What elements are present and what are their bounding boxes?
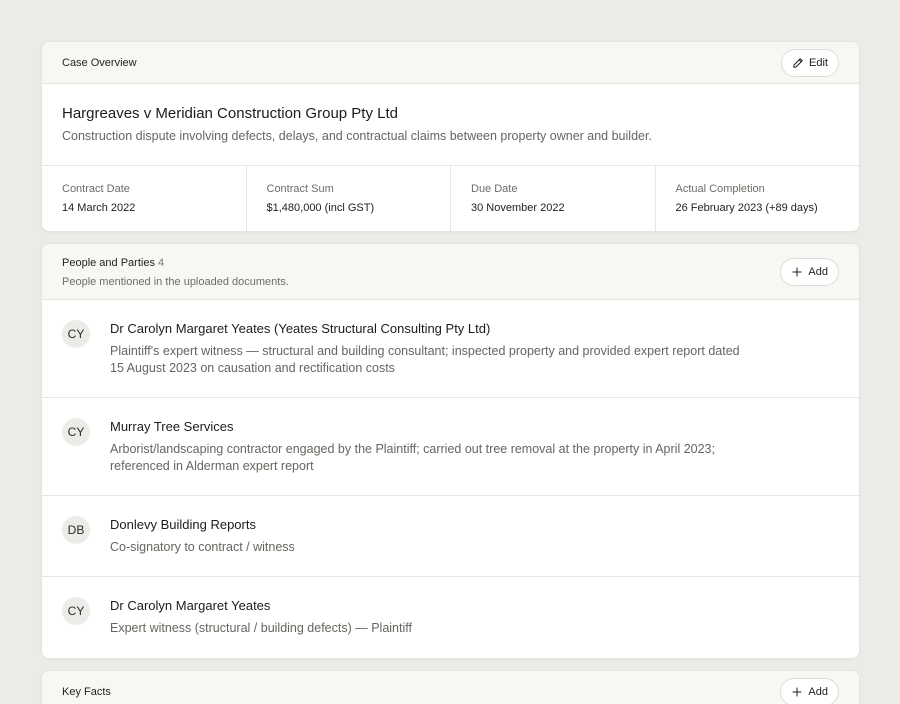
people-subtitle: People mentioned in the uploaded documen… <box>62 276 289 288</box>
avatar: CY <box>62 320 90 348</box>
people-header: People and Parties 4 People mentioned in … <box>42 244 859 300</box>
person-description: Plaintiff's expert witness — structural … <box>110 344 740 375</box>
stat-value: $1,480,000 (incl GST) <box>266 202 375 214</box>
plus-icon <box>791 266 803 278</box>
case-overview-header: Case Overview Edit <box>42 42 859 84</box>
stat-value: 14 March 2022 <box>62 202 136 214</box>
person-item[interactable]: CY Murray Tree Services Arborist/landsca… <box>42 398 859 496</box>
person-description: Arborist/landscaping contractor engaged … <box>110 442 715 473</box>
stat-label: Actual Completion <box>675 183 765 195</box>
stat-actual-completion: Actual Completion 26 February 2023 (+89 … <box>656 166 860 231</box>
case-summary: Hargreaves v Meridian Construction Group… <box>62 105 839 144</box>
key-facts-card: Key Facts Add <box>41 670 860 704</box>
case-page: Case Overview Edit Hargreaves v Meridian… <box>0 0 900 704</box>
person-description: Co-signatory to contract / witness <box>110 540 295 554</box>
avatar: CY <box>62 418 90 446</box>
avatar: DB <box>62 516 90 544</box>
pencil-icon <box>792 57 804 69</box>
person-name: Dr Carolyn Margaret Yeates <box>110 598 271 613</box>
key-facts-header: Key Facts Add <box>42 671 859 704</box>
add-person-button[interactable]: Add <box>780 258 839 286</box>
people-card: People and Parties 4 People mentioned in … <box>41 243 860 659</box>
case-title: Hargreaves v Meridian Construction Group… <box>62 105 398 122</box>
edit-button-label: Edit <box>809 57 828 69</box>
stat-value: 30 November 2022 <box>471 202 565 214</box>
person-item[interactable]: CY Dr Carolyn Margaret Yeates (Yeates St… <box>42 300 859 398</box>
add-fact-label: Add <box>808 686 828 698</box>
person-name: Donlevy Building Reports <box>110 517 256 532</box>
person-name: Murray Tree Services <box>110 419 234 434</box>
stat-label: Due Date <box>471 183 518 195</box>
stat-contract-sum: Contract Sum $1,480,000 (incl GST) <box>247 166 451 231</box>
stat-label: Contract Sum <box>266 183 334 195</box>
key-facts-title: Key Facts <box>62 686 111 698</box>
people-title-text: People and Parties <box>62 257 155 269</box>
stat-label: Contract Date <box>62 183 130 195</box>
add-fact-button[interactable]: Add <box>780 678 839 704</box>
people-count: 4 <box>157 257 165 269</box>
case-description: Construction dispute involving defects, … <box>62 129 652 143</box>
edit-button[interactable]: Edit <box>781 49 839 77</box>
person-name: Dr Carolyn Margaret Yeates (Yeates Struc… <box>110 321 491 336</box>
case-stats: Contract Date 14 March 2022 Contract Sum… <box>42 165 860 231</box>
people-title: People and Parties 4 <box>62 256 164 270</box>
stat-due-date: Due Date 30 November 2022 <box>451 166 656 231</box>
stat-contract-date: Contract Date 14 March 2022 <box>42 166 247 231</box>
stat-value: 26 February 2023 (+89 days) <box>675 202 818 214</box>
add-person-label: Add <box>808 266 828 278</box>
case-overview-title: Case Overview <box>62 57 137 69</box>
person-item[interactable]: DB Donlevy Building Reports Co-signatory… <box>42 496 859 577</box>
avatar: CY <box>62 597 90 625</box>
plus-icon <box>791 686 803 698</box>
person-description: Expert witness (structural / building de… <box>110 621 412 635</box>
person-item[interactable]: CY Dr Carolyn Margaret Yeates Expert wit… <box>42 577 859 658</box>
case-overview-card: Case Overview Edit Hargreaves v Meridian… <box>41 41 860 232</box>
